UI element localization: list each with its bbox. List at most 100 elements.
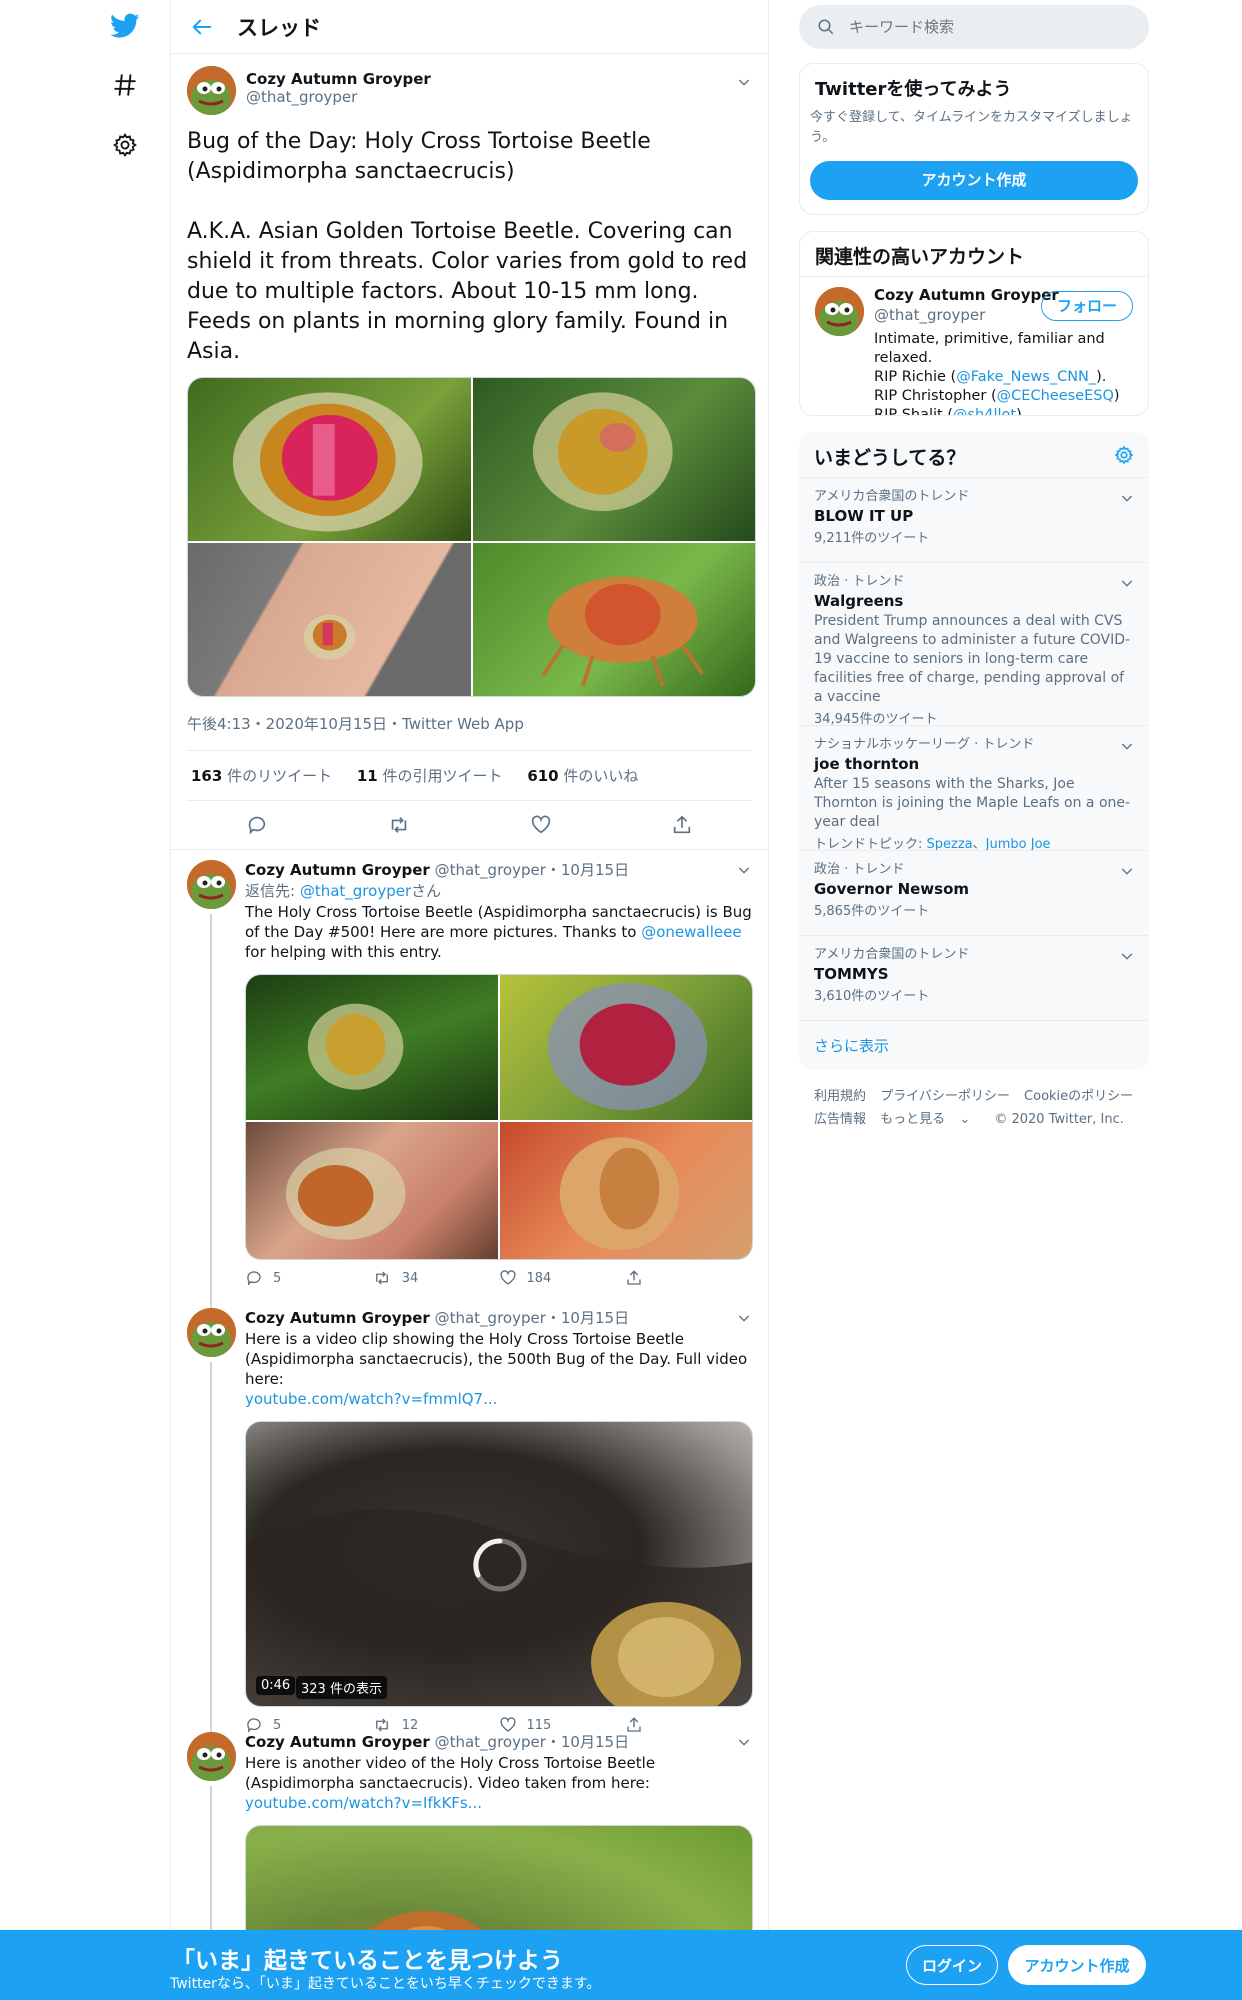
privacy-link[interactable]: プライバシーポリシー <box>880 1089 1010 1104</box>
author-handle[interactable]: @that_groyper <box>435 1733 546 1751</box>
cookie-link[interactable]: Cookieのポリシー <box>1024 1089 1133 1104</box>
chevron-down-icon[interactable] <box>1119 863 1135 879</box>
login-button[interactable]: ログイン <box>906 1945 998 1985</box>
like-count[interactable]: 610 件のいいね <box>527 767 638 785</box>
signup-card-desc: 今すぐ登録して、タイムラインをカスタマイズしましょう。 <box>810 110 1133 145</box>
author-name[interactable]: Cozy Autumn Groyper <box>246 70 431 88</box>
share-action[interactable] <box>625 1269 752 1287</box>
avatar[interactable] <box>815 287 864 336</box>
youtube-link[interactable]: youtube.com/watch?v=IfkKFs... <box>245 1794 482 1812</box>
reply-icon[interactable] <box>246 814 268 836</box>
trend-item[interactable]: アメリカ合衆国のトレンド BLOW IT UP 9,211件のツイート <box>799 477 1149 562</box>
settings-gear-icon[interactable] <box>107 127 143 163</box>
signup-button[interactable]: アカウント作成 <box>1008 1945 1146 1985</box>
tweet-stats: 163 件のリツイート 11 件の引用ツイート 610 件のいいね <box>187 751 752 801</box>
search-box[interactable] <box>799 5 1149 49</box>
bio-mention-link[interactable]: @sh4llot <box>953 407 1016 415</box>
chevron-down-icon[interactable] <box>736 1310 752 1326</box>
chevron-down-icon[interactable] <box>1119 948 1135 964</box>
back-arrow-icon[interactable] <box>191 16 213 38</box>
share-icon[interactable] <box>671 814 693 836</box>
author-name[interactable]: Cozy Autumn Groyper <box>245 1309 430 1327</box>
signup-card-title: Twitterを使ってみよう <box>815 79 1012 100</box>
tweet-photo[interactable] <box>188 542 471 696</box>
related-name[interactable]: Cozy Autumn Groyper <box>874 286 1059 304</box>
bio-mention-link[interactable]: @Fake_News_CNN_ <box>956 369 1096 385</box>
chevron-down-icon[interactable] <box>736 74 752 90</box>
page-title: スレッド <box>237 15 321 40</box>
loading-spinner-icon <box>473 1538 527 1592</box>
bio-mention-link[interactable]: @CECheeseESQ <box>997 388 1114 404</box>
search-input[interactable] <box>849 18 1109 36</box>
related-title: 関連性の高いアカウント <box>815 246 1025 268</box>
tweet-photo[interactable] <box>188 378 471 541</box>
avatar[interactable] <box>187 1732 236 1781</box>
trend-item[interactable]: アメリカ合衆国のトレンド TOMMYS 3,610件のツイート <box>799 935 1149 1020</box>
tweet-photo[interactable] <box>472 378 755 541</box>
related-accounts-card: 関連性の高いアカウント Cozy Autumn Groyper @that_gr… <box>799 231 1149 416</box>
author-name[interactable]: Cozy Autumn Groyper <box>245 861 430 879</box>
reply-to-link[interactable]: @that_groyper <box>300 882 411 900</box>
trends-card: いまどうしてる？ アメリカ合衆国のトレンド BLOW IT UP 9,211件の… <box>799 432 1149 1070</box>
retweet-icon[interactable] <box>387 814 411 836</box>
tweet-date[interactable]: ・10月15日 <box>546 1733 629 1751</box>
twitter-logo-icon[interactable] <box>107 8 143 44</box>
retweet-action[interactable]: 34 <box>372 1269 499 1287</box>
focal-tweet: Cozy Autumn Groyper @that_groyper Bug of… <box>171 54 768 850</box>
quote-count[interactable]: 11 件の引用ツイート <box>357 767 503 785</box>
reply-tweet[interactable]: Cozy Autumn Groyper @that_groyper・10月15日… <box>171 1298 768 1733</box>
tweet-date[interactable]: ・10月15日 <box>546 861 629 879</box>
author-name[interactable]: Cozy Autumn Groyper <box>245 1733 430 1751</box>
more-menu-link[interactable]: もっと見る ⌄ <box>880 1112 980 1127</box>
related-bio: Intimate, primitive, familiar and relaxe… <box>874 330 1144 415</box>
terms-link[interactable]: 利用規約 <box>814 1089 866 1104</box>
thread-header: スレッド <box>171 0 768 54</box>
tweet-photo[interactable] <box>246 975 498 1121</box>
retweet-count[interactable]: 163 件のリツイート <box>191 767 332 785</box>
thread-connector <box>210 914 212 1308</box>
explore-hashtag-icon[interactable] <box>107 67 143 103</box>
create-account-button[interactable]: アカウント作成 <box>810 161 1138 200</box>
left-nav <box>0 0 170 2000</box>
avatar[interactable] <box>187 66 236 115</box>
chevron-down-icon[interactable] <box>1119 490 1135 506</box>
related-handle[interactable]: @that_groyper <box>874 306 985 324</box>
mention-link[interactable]: @onewalleee <box>641 923 741 941</box>
author-handle[interactable]: @that_groyper <box>435 861 546 879</box>
retweet-icon <box>375 1271 388 1285</box>
youtube-link[interactable]: youtube.com/watch?v=fmmlQ7... <box>245 1390 497 1408</box>
tweet-photo[interactable] <box>500 975 752 1121</box>
search-icon <box>818 19 834 35</box>
author-handle[interactable]: @that_groyper <box>246 88 431 106</box>
tweet-photo[interactable] <box>472 542 755 696</box>
copyright: © 2020 Twitter, Inc. <box>994 1112 1124 1127</box>
ads-info-link[interactable]: 広告情報 <box>814 1112 866 1127</box>
reply-tweet[interactable]: Cozy Autumn Groyper @that_groyper・10月15日… <box>171 850 768 1308</box>
trend-item[interactable]: ナショナルホッケーリーグ · トレンド joe thornton After 1… <box>799 725 1149 852</box>
avatar[interactable] <box>187 1308 236 1357</box>
like-action[interactable]: 184 <box>499 1269 626 1287</box>
author-handle[interactable]: @that_groyper <box>435 1309 546 1327</box>
video-views: 323 件の表示 <box>296 1676 387 1699</box>
trends-settings-gear-icon[interactable] <box>1114 445 1134 465</box>
video-player[interactable]: 0:46 323 件の表示 <box>245 1421 753 1707</box>
avatar[interactable] <box>187 860 236 909</box>
chevron-down-icon[interactable] <box>1119 738 1135 754</box>
tweet-photo[interactable] <box>500 1122 752 1259</box>
show-more-trends[interactable]: さらに表示 <box>799 1020 1149 1070</box>
reply-action[interactable]: 5 <box>245 1269 372 1287</box>
tweet-photo[interactable] <box>246 1122 498 1259</box>
thread-connector <box>210 1362 212 1732</box>
like-heart-icon[interactable] <box>530 814 552 836</box>
trends-title: いまどうしてる？ <box>814 447 966 469</box>
trend-item[interactable]: 政治 · トレンド Governor Newsom 5,865件のツイート <box>799 850 1149 935</box>
tweet-date[interactable]: ・10月15日 <box>546 1309 629 1327</box>
tweet-photo-grid <box>245 974 753 1260</box>
trend-item[interactable]: 政治 · トレンド Walgreens President Trump anno… <box>799 562 1149 727</box>
follow-button[interactable]: フォロー <box>1041 291 1133 321</box>
chevron-down-icon[interactable] <box>1119 575 1135 591</box>
chevron-down-icon[interactable] <box>736 1734 752 1750</box>
tweet-timestamp[interactable]: 午後4:13・2020年10月15日・Twitter Web App <box>187 697 752 751</box>
chevron-down-icon[interactable] <box>736 862 752 878</box>
tweet-actions <box>187 801 752 849</box>
